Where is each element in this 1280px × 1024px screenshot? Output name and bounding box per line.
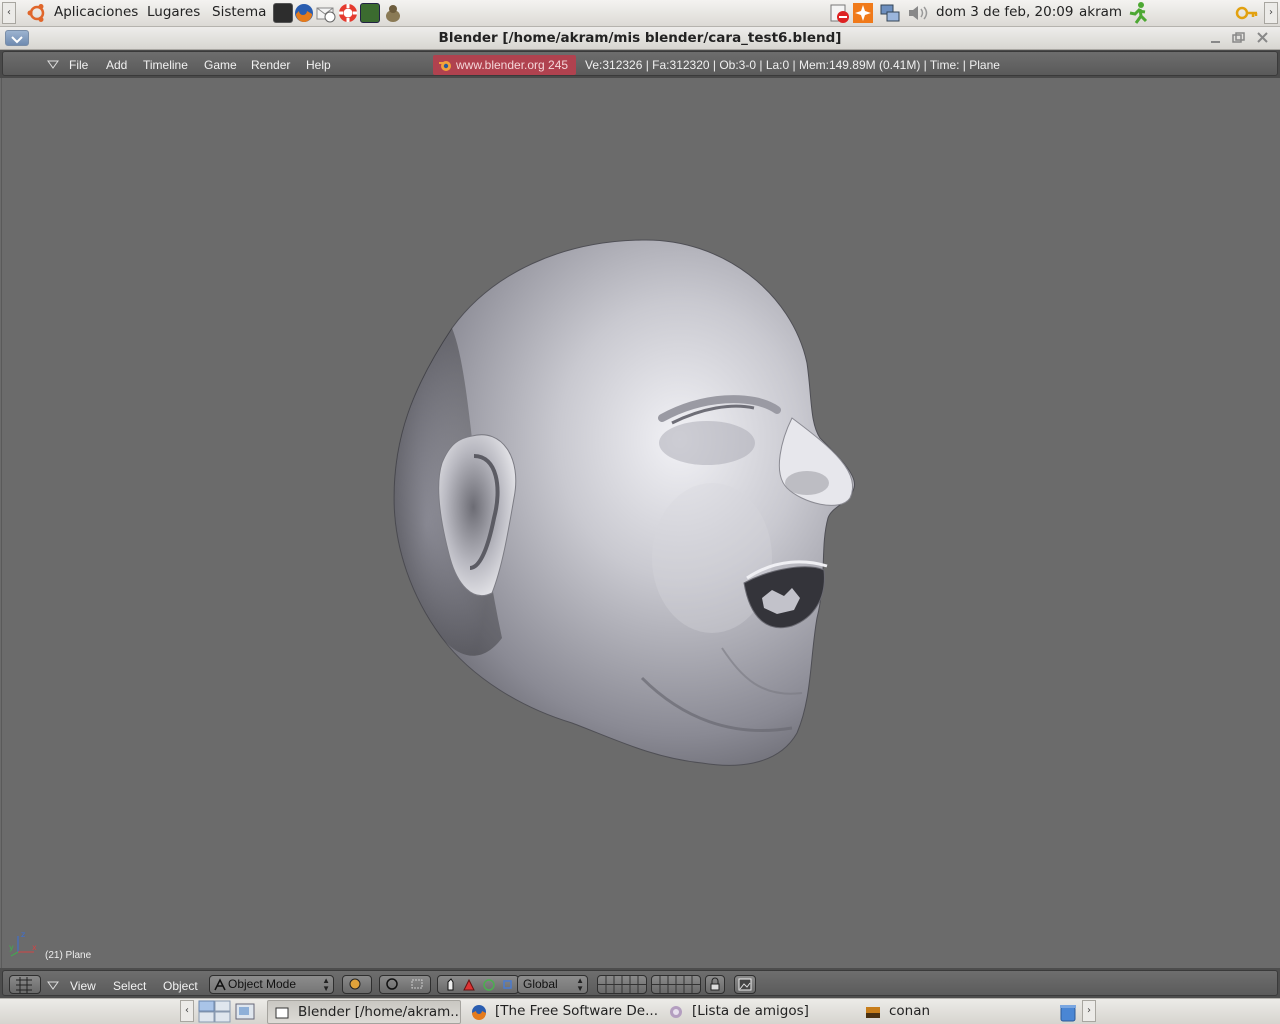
panel-scroll-right-button[interactable]: ›: [1264, 2, 1278, 24]
render-image-icon: [738, 978, 752, 991]
menu-render[interactable]: Render: [251, 58, 290, 72]
task-label: [Lista de amigos]: [692, 1003, 809, 1019]
lock-layers-button[interactable]: [705, 975, 725, 994]
menu-select[interactable]: Select: [113, 979, 146, 993]
minimize-button[interactable]: [1208, 31, 1223, 45]
transform-orientation-selector[interactable]: Global ▲ ▼: [517, 975, 588, 994]
task-buddy-list[interactable]: [Lista de amigos]: [662, 1000, 854, 1024]
blender-website-badge[interactable]: www.blender.org 245: [433, 55, 576, 75]
taskbar-scroll-left-button[interactable]: ‹: [180, 1000, 194, 1022]
menu-file[interactable]: File: [69, 58, 88, 72]
task-label: conan: [889, 1003, 931, 1019]
taskbar-scroll-right-button[interactable]: ›: [1082, 1000, 1096, 1022]
close-button[interactable]: [1255, 31, 1270, 45]
close-icon: [1257, 32, 1268, 43]
axis-y-label: y: [9, 943, 14, 952]
workspace-switcher-icon[interactable]: [198, 1000, 232, 1024]
sculpted-head-mesh[interactable]: [2, 78, 1280, 968]
help-lifebuoy-icon[interactable]: [337, 2, 359, 24]
scene-stats: Ve:312326 | Fa:312320 | Ob:3-0 | La:0 | …: [585, 58, 1000, 72]
render-preview-button[interactable]: [734, 975, 756, 994]
menu-view[interactable]: View: [70, 979, 96, 993]
header-collapse-triangle-icon[interactable]: [47, 60, 59, 69]
ubuntu-logo-icon[interactable]: [27, 3, 47, 23]
task-label: Blender [/home/akram...: [298, 1004, 461, 1020]
lock-icon: [710, 977, 720, 991]
axis-x-label: x: [32, 943, 37, 952]
manipulator-icons: [447, 978, 512, 991]
transform-manipulators[interactable]: [437, 975, 519, 994]
updown-icon: ▲ ▼: [576, 976, 584, 993]
info-header-bar: File Add Timeline Game Render Help www.b…: [2, 51, 1278, 76]
gimp-launcher-icon[interactable]: [382, 2, 404, 24]
menu-timeline[interactable]: Timeline: [143, 58, 188, 72]
system-menu[interactable]: Sistema: [212, 4, 266, 20]
update-notifier-icon[interactable]: [852, 2, 874, 24]
show-desktop-icon[interactable]: [234, 1001, 256, 1023]
layer-grid-icon: [598, 976, 646, 993]
task-conan[interactable]: conan: [859, 1000, 1049, 1024]
3d-view-header: View Select Object Object Mode ▲ ▼ Globa…: [0, 968, 1280, 998]
terminal-launcher-icon[interactable]: [273, 3, 293, 23]
task-blender[interactable]: Blender [/home/akram...: [267, 1000, 461, 1024]
3d-view-header-bar: View Select Object Object Mode ▲ ▼ Globa…: [2, 970, 1278, 996]
maximize-button[interactable]: [1231, 31, 1246, 45]
pivot-point-icon: [386, 978, 423, 990]
axis-z-label: z: [21, 930, 25, 939]
menu-help[interactable]: Help: [306, 58, 331, 72]
mode-value: Object Mode: [228, 977, 297, 991]
user-switcher[interactable]: akram: [1079, 4, 1122, 20]
solid-draw-icon: [349, 978, 361, 990]
updown-icon: ▲ ▼: [322, 976, 330, 993]
blender-info-header: File Add Timeline Game Render Help www.b…: [0, 50, 1280, 78]
mail-launcher-icon[interactable]: [315, 2, 337, 24]
places-menu[interactable]: Lugares: [147, 4, 200, 20]
blender-logo-icon: [439, 61, 451, 71]
task-label: [The Free Software De...: [495, 1003, 657, 1019]
window-title: Blender [/home/akram/mis blender/cara_te…: [438, 30, 842, 46]
firefox-icon: [472, 1005, 486, 1020]
layer-buttons-group-1[interactable]: [597, 975, 647, 994]
website-label: www.blender.org 245: [456, 58, 569, 72]
network-icon[interactable]: [879, 2, 901, 24]
menu-add[interactable]: Add: [106, 58, 127, 72]
window-icon: [275, 1007, 289, 1019]
minimize-icon: [1211, 41, 1220, 43]
layer-grid-icon: [652, 976, 700, 993]
top-panel: ‹ Aplicaciones Lugares Sistema dom 3 de …: [0, 0, 1280, 27]
clock[interactable]: dom 3 de feb, 20:09: [936, 4, 1073, 20]
mode-selector[interactable]: Object Mode ▲ ▼: [209, 975, 334, 994]
image-viewer-icon: [866, 1007, 880, 1018]
active-object-label: (21) Plane: [45, 950, 92, 961]
firefox-launcher-icon[interactable]: [293, 2, 315, 24]
quit-running-man-icon[interactable]: [1127, 1, 1149, 25]
layer-buttons-group-2[interactable]: [651, 975, 701, 994]
notification-blocked-icon[interactable]: [829, 2, 851, 24]
header-collapse-triangle-icon[interactable]: [47, 981, 59, 990]
pidgin-icon: [670, 1006, 682, 1018]
axis-gizmo: z x y: [9, 930, 37, 957]
window-titlebar[interactable]: Blender [/home/akram/mis blender/cara_te…: [0, 27, 1280, 50]
draw-type-selector[interactable]: [342, 975, 372, 994]
restore-icon: [1232, 32, 1245, 43]
grid-3d-view-icon: [16, 977, 32, 993]
3d-viewport[interactable]: z x y (21) Plane: [1, 78, 1279, 968]
task-firefox[interactable]: [The Free Software De...: [465, 1000, 657, 1024]
menu-game[interactable]: Game: [204, 58, 237, 72]
panel-scroll-left-button[interactable]: ‹: [2, 2, 16, 24]
keyring-icon[interactable]: [1235, 3, 1259, 23]
orientation-value: Global: [523, 977, 558, 991]
menu-object[interactable]: Object: [163, 979, 198, 993]
system-monitor-icon[interactable]: [360, 3, 380, 23]
bottom-panel: ‹ Blender [/home/akram... [The Free Soft…: [0, 998, 1280, 1024]
object-mode-icon: [214, 978, 226, 991]
trash-icon[interactable]: [1058, 1002, 1078, 1022]
volume-icon[interactable]: [906, 2, 930, 24]
pivot-and-manipulator-group[interactable]: [379, 975, 431, 994]
editor-type-selector[interactable]: [9, 975, 41, 994]
applications-menu[interactable]: Aplicaciones: [54, 4, 138, 20]
